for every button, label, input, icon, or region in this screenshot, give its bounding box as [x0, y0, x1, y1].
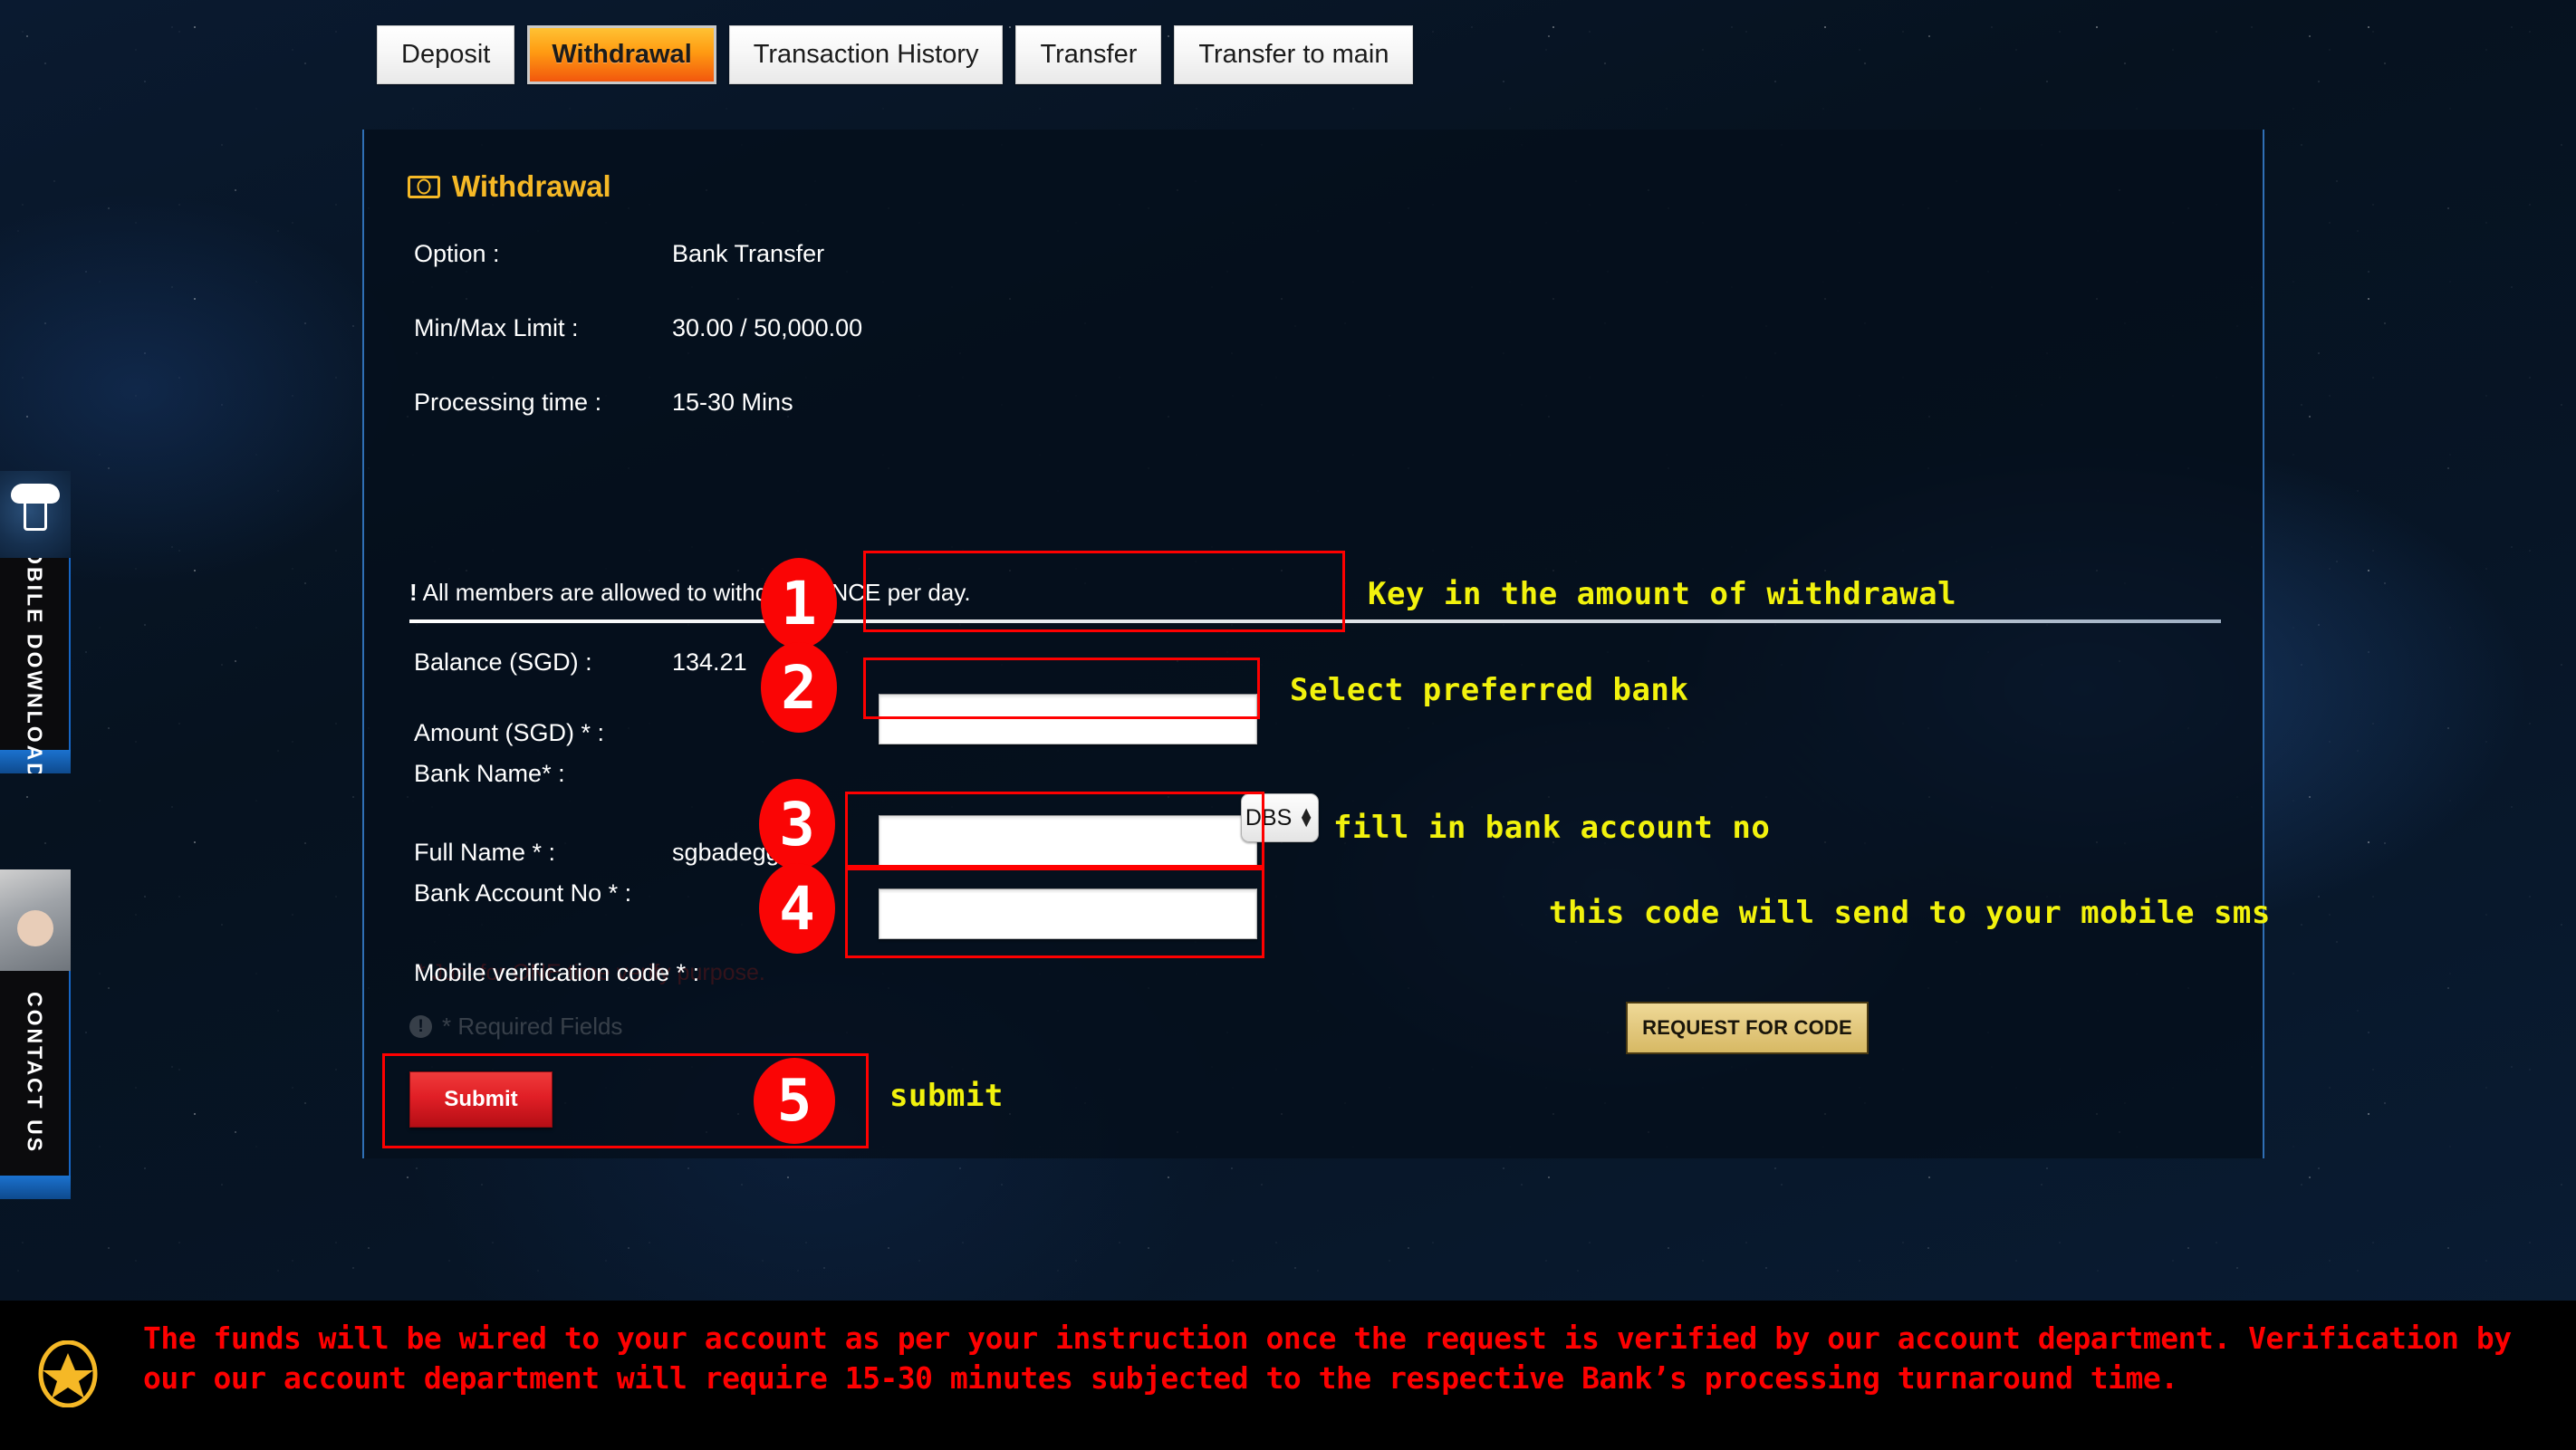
label-minmax-limit: Min/Max Limit : — [414, 313, 579, 341]
annotation-text-4: this code will send to your mobile sms — [1549, 895, 2271, 931]
exclamation-icon: ! — [409, 579, 418, 606]
info-row-option: Option : Bank Transfer — [414, 233, 2225, 274]
page-title: Withdrawal — [452, 169, 611, 203]
label-bank-name: Bank Name* : — [414, 759, 565, 787]
page-root: Deposit Withdrawal Transaction History T… — [0, 0, 2576, 1450]
annotation-box-mobile-code — [845, 868, 1264, 958]
support-agent-icon — [17, 909, 53, 946]
tab-withdrawal[interactable]: Withdrawal — [527, 25, 716, 84]
label-balance: Balance (SGD) : — [414, 648, 592, 676]
contact-us-label: CONTACT US — [23, 992, 47, 1155]
label-full-name: Full Name * : — [414, 838, 556, 866]
label-bank-account-no: Bank Account No * : — [414, 879, 632, 907]
value-option: Bank Transfer — [672, 239, 825, 267]
form-row-bank-name: Bank Name* : — [414, 753, 2225, 794]
tab-transfer[interactable]: Transfer — [1015, 25, 1162, 84]
star-badge-icon — [38, 1340, 98, 1407]
submit-button[interactable]: Submit — [409, 1071, 553, 1128]
panel-title: Withdrawal — [408, 169, 611, 204]
info-row-processing-time: Processing time : 15-30 Mins — [414, 381, 2225, 423]
tab-deposit[interactable]: Deposit — [377, 25, 515, 84]
contact-us-footer — [0, 1176, 71, 1199]
value-minmax-limit: 30.00 / 50,000.00 — [672, 313, 863, 341]
value-processing-time: 15-30 Mins — [672, 388, 793, 416]
label-amount: Amount (SGD) * : — [414, 718, 605, 746]
step-badge-4: 4 — [759, 863, 835, 954]
tab-bar: Deposit Withdrawal Transaction History T… — [377, 25, 1414, 84]
form-row-amount: Amount (SGD) * : — [414, 712, 2225, 754]
step-badge-5: 5 — [754, 1058, 835, 1144]
banknote-icon — [408, 175, 440, 198]
request-for-code-label: REQUEST FOR CODE — [1642, 1016, 1852, 1039]
withdrawal-panel: Withdrawal Option : Bank Transfer Min/Ma… — [362, 130, 2264, 1158]
step-badge-3: 3 — [759, 779, 835, 869]
annotation-text-5: submit — [889, 1078, 1004, 1114]
annotation-box-bank-account — [845, 792, 1264, 868]
label-option: Option : — [414, 239, 500, 267]
label-mobile-verification-code: Mobile verification code * : — [414, 958, 700, 986]
label-processing-time: Processing time : — [414, 388, 602, 416]
mobile-download-label-wrap: MOBILE DOWNLOAD — [0, 528, 71, 773]
step-badge-2: 2 — [761, 642, 837, 733]
contact-us-thumbnail — [0, 869, 71, 971]
bottom-notice-text: The funds will be wired to your account … — [143, 1320, 2512, 1396]
annotation-text-1: Key in the amount of withdrawal — [1368, 576, 1957, 612]
info-row-limit: Min/Max Limit : 30.00 / 50,000.00 — [414, 307, 2225, 349]
step-badge-1: 1 — [761, 558, 837, 648]
annotation-box-bank-name — [863, 658, 1260, 719]
contact-us-widget[interactable]: CONTACT US — [0, 869, 71, 1199]
bottom-notice-banner: The funds will be wired to your account … — [0, 1301, 2576, 1450]
request-for-code-button[interactable]: REQUEST FOR CODE — [1626, 1002, 1869, 1054]
contact-us-label-wrap: CONTACT US — [0, 971, 71, 1176]
chevron-updown-icon: ▲ ▼ — [1298, 803, 1315, 831]
submit-button-label: Submit — [444, 1087, 518, 1111]
mobile-download-widget[interactable]: MOBILE DOWNLOAD — [0, 471, 71, 773]
mobile-download-thumbnail — [0, 471, 71, 558]
info-row-full-name: Full Name * : sgbadegg — [414, 831, 2225, 873]
annotation-text-3: fill in bank account no — [1333, 810, 1771, 846]
tab-transfer-to-main[interactable]: Transfer to main — [1174, 25, 1414, 84]
tab-transaction-history[interactable]: Transaction History — [728, 25, 1004, 84]
form-row-mobile-code: Mobile verification code * : — [414, 952, 2225, 994]
annotation-box-amount — [863, 551, 1345, 632]
annotation-text-2: Select preferred bank — [1290, 672, 1689, 708]
phone-icon — [24, 495, 47, 532]
